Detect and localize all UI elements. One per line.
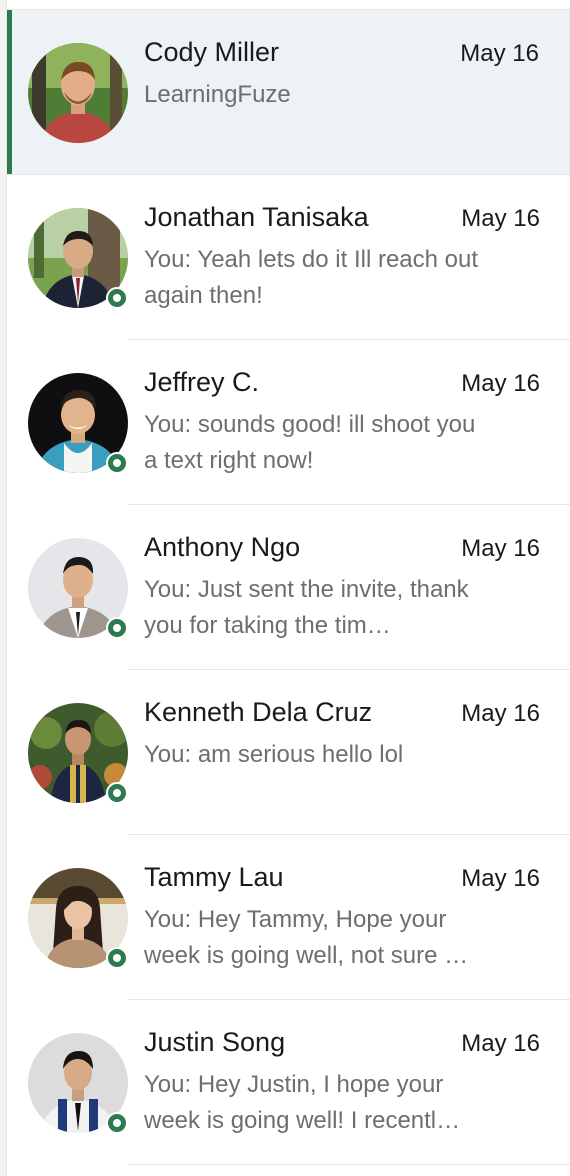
conversation-item-cody-miller[interactable]: Cody Miller May 16 LearningFuze bbox=[7, 10, 570, 175]
message-date: May 16 bbox=[461, 535, 540, 562]
conversation-list-panel: Cody Miller May 16 LearningFuze Jonathan… bbox=[0, 0, 570, 1176]
conversation-item-justin-song[interactable]: Justin Song May 16 You: Hey Justin, I ho… bbox=[7, 1000, 570, 1165]
online-status-icon bbox=[106, 617, 128, 639]
online-status-icon bbox=[106, 452, 128, 474]
active-indicator bbox=[7, 10, 12, 175]
online-status-icon bbox=[106, 287, 128, 309]
message-date: May 16 bbox=[461, 370, 540, 397]
contact-name: Jeffrey C. bbox=[144, 367, 260, 397]
conversation-item-tammy-lau[interactable]: Tammy Lau May 16 You: Hey Tammy, Hope yo… bbox=[7, 835, 570, 1000]
message-preview: LearningFuze bbox=[144, 81, 291, 108]
message-date: May 16 bbox=[461, 205, 540, 232]
avatar-wrap bbox=[28, 538, 128, 639]
conversation-item-anthony-ngo[interactable]: Anthony Ngo May 16 You: Just sent the in… bbox=[7, 505, 570, 670]
message-preview: You: Yeah lets do it Ill reach out again… bbox=[144, 246, 479, 309]
conversation-item-kenneth-dela-cruz[interactable]: Kenneth Dela Cruz May 16 You: am serious… bbox=[7, 670, 570, 835]
conversation-item-jeffrey-c[interactable]: Jeffrey C. May 16 You: sounds good! ill … bbox=[7, 340, 570, 505]
online-status-icon bbox=[106, 782, 128, 804]
avatar-wrap bbox=[28, 868, 128, 969]
row-divider bbox=[128, 1164, 570, 1165]
message-preview: You: Hey Justin, I hope your week is goi… bbox=[144, 1071, 461, 1134]
conversation-list: Cody Miller May 16 LearningFuze Jonathan… bbox=[7, 9, 570, 1165]
message-date: May 16 bbox=[461, 865, 540, 892]
contact-name: Justin Song bbox=[144, 1027, 286, 1057]
avatar-wrap bbox=[28, 43, 128, 143]
online-status-icon bbox=[106, 1112, 128, 1134]
contact-name: Jonathan Tanisaka bbox=[144, 202, 369, 232]
panel-edge bbox=[0, 0, 7, 1176]
message-date: May 16 bbox=[460, 40, 539, 67]
conversation-item-jonathan-tanisaka[interactable]: Jonathan Tanisaka May 16 You: Yeah lets … bbox=[7, 175, 570, 340]
message-preview: You: Hey Tammy, Hope your week is going … bbox=[144, 906, 469, 969]
contact-name: Cody Miller bbox=[144, 37, 280, 67]
contact-name: Tammy Lau bbox=[144, 862, 284, 892]
avatar-wrap bbox=[28, 373, 128, 474]
message-date: May 16 bbox=[461, 1030, 540, 1057]
message-preview: You: Just sent the invite, thank you for… bbox=[144, 576, 469, 639]
message-preview: You: am serious hello lol bbox=[144, 741, 404, 768]
contact-name: Kenneth Dela Cruz bbox=[144, 697, 373, 727]
message-date: May 16 bbox=[461, 700, 540, 727]
avatar-wrap bbox=[28, 208, 128, 309]
contact-name: Anthony Ngo bbox=[144, 532, 301, 562]
message-preview: You: sounds good! ill shoot you a text r… bbox=[144, 411, 476, 474]
avatar-wrap bbox=[28, 703, 128, 804]
avatar-wrap bbox=[28, 1033, 128, 1134]
avatar bbox=[28, 43, 128, 143]
online-status-icon bbox=[106, 947, 128, 969]
